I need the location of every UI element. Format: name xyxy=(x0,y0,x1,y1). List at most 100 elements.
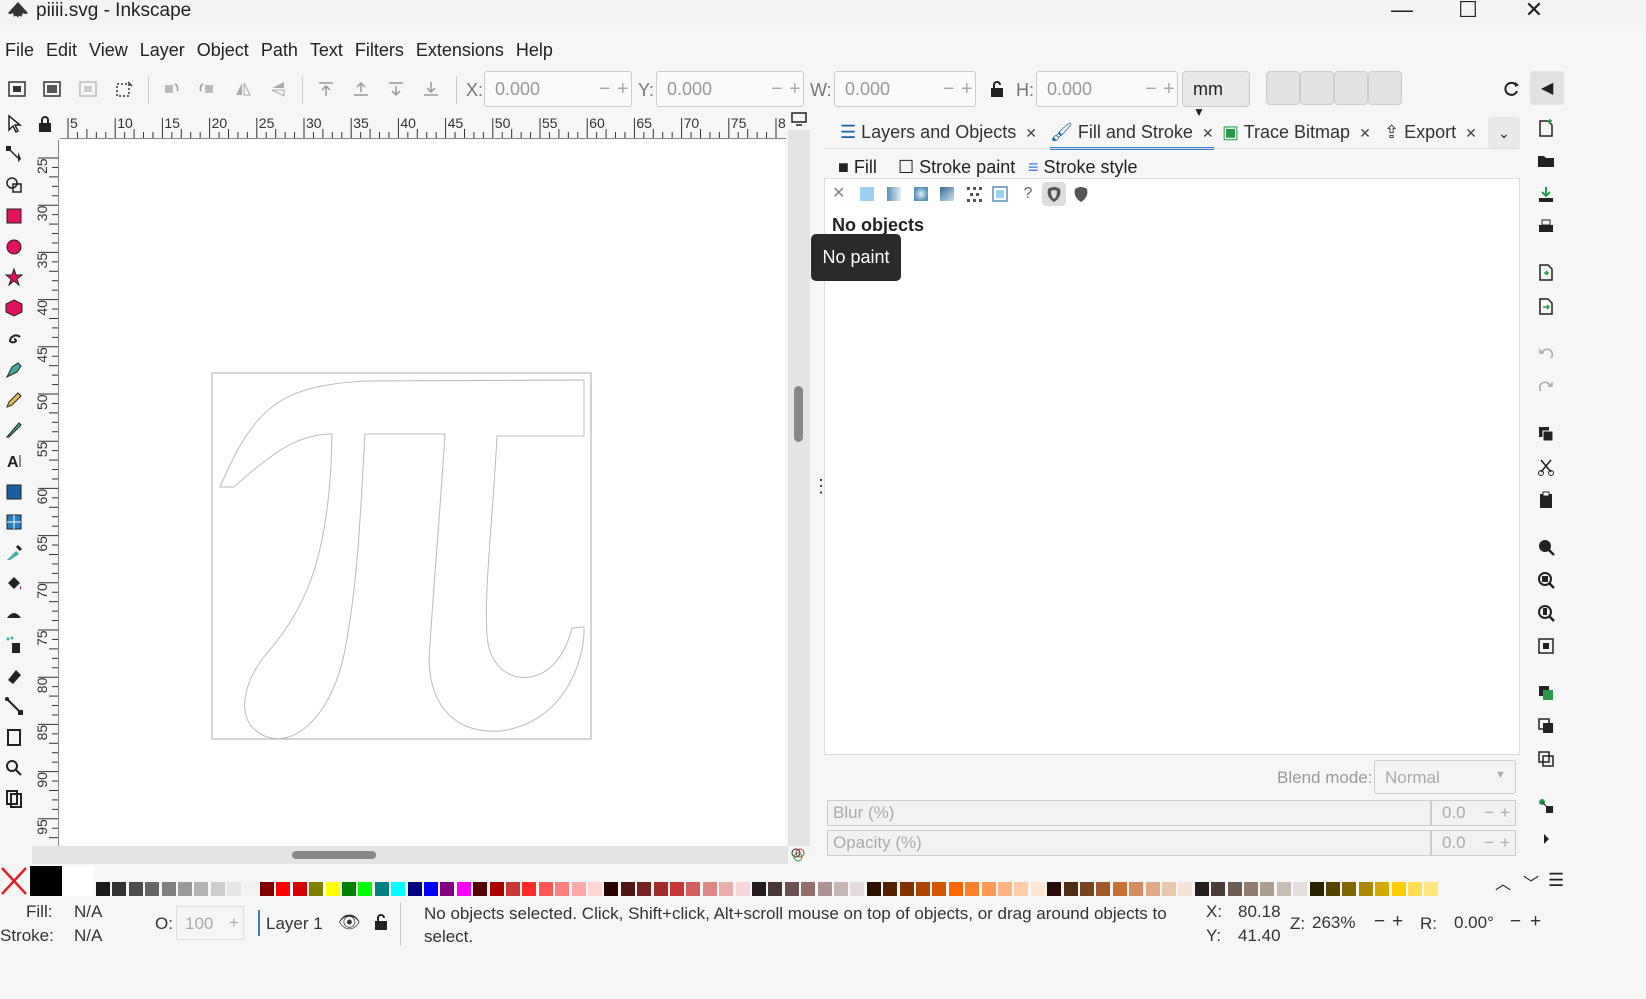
palette-swatch[interactable] xyxy=(1342,882,1357,896)
star-tool-icon[interactable] xyxy=(4,267,24,287)
touch-select-icon[interactable] xyxy=(114,79,134,99)
new-document-icon[interactable] xyxy=(1536,118,1556,138)
palette-swatch[interactable] xyxy=(1063,882,1078,896)
rotate-cw-icon[interactable] xyxy=(197,79,217,99)
palette-swatch[interactable] xyxy=(538,882,553,896)
deselect-icon[interactable] xyxy=(78,79,98,99)
palette-swatch[interactable] xyxy=(276,882,291,896)
rotate-ccw-button[interactable]: − xyxy=(1510,911,1521,933)
palette-swatch[interactable] xyxy=(161,882,176,896)
x-increment[interactable]: + xyxy=(617,78,629,101)
palette-swatch[interactable] xyxy=(768,882,783,896)
flip-vertical-icon[interactable] xyxy=(268,79,288,99)
palette-swatch[interactable] xyxy=(1227,882,1242,896)
calligraphy-tool-icon[interactable] xyxy=(4,420,24,440)
mesh-gradient-icon[interactable] xyxy=(938,185,956,203)
palette-swatch[interactable] xyxy=(227,882,242,896)
palette-swatch[interactable] xyxy=(899,882,914,896)
h-decrement[interactable]: − xyxy=(1145,78,1157,101)
import-icon[interactable] xyxy=(1536,262,1556,282)
zoom-tool-icon[interactable] xyxy=(4,758,24,778)
menu-layer[interactable]: Layer xyxy=(134,34,191,66)
palette-swatch[interactable] xyxy=(1211,882,1226,896)
raise-to-top-icon[interactable] xyxy=(316,79,336,99)
palette-swatch[interactable] xyxy=(883,882,898,896)
close-icon[interactable]: ✕ xyxy=(1359,125,1371,141)
cut-icon[interactable] xyxy=(1536,457,1556,477)
palette-swatch[interactable] xyxy=(981,882,996,896)
palette-swatch[interactable] xyxy=(571,882,586,896)
palette-swatch[interactable] xyxy=(489,882,504,896)
clone-icon[interactable] xyxy=(1536,716,1556,736)
save-icon[interactable] xyxy=(1536,184,1556,204)
select-all-icon[interactable] xyxy=(7,79,27,99)
scale-stroke-toggle[interactable] xyxy=(1266,71,1300,105)
maximize-button[interactable]: ☐ xyxy=(1438,0,1498,24)
palette-swatch[interactable] xyxy=(1408,882,1422,896)
blend-mode-select[interactable]: Normal ▼ xyxy=(1374,760,1516,794)
palette-swatch[interactable] xyxy=(260,882,274,896)
palette-swatch[interactable] xyxy=(1293,882,1308,896)
x-field[interactable]: 0.000 − + xyxy=(484,71,632,107)
palette-swatch[interactable] xyxy=(604,882,619,896)
palette-swatch[interactable] xyxy=(128,882,143,896)
palette-swatch[interactable] xyxy=(1145,882,1160,896)
palette-menu-icon[interactable]: ☰ xyxy=(1548,870,1564,891)
opacity-field[interactable]: 0.0 − + xyxy=(1431,830,1516,856)
menu-help[interactable]: Help xyxy=(510,34,559,66)
black-swatch[interactable] xyxy=(30,866,62,896)
palette-swatch[interactable] xyxy=(374,882,389,896)
palette-swatch[interactable] xyxy=(1375,882,1390,896)
rectangle-tool-icon[interactable] xyxy=(4,206,24,226)
palette-swatch[interactable] xyxy=(555,882,570,896)
shape-builder-tool-icon[interactable] xyxy=(4,175,24,195)
palette-swatch[interactable] xyxy=(916,882,930,896)
palette-swatch[interactable] xyxy=(456,882,471,896)
menu-path[interactable]: Path xyxy=(255,34,304,66)
menu-filters[interactable]: Filters xyxy=(349,34,410,66)
no-color-swatch[interactable] xyxy=(0,866,28,896)
w-field[interactable]: 0.000 − + xyxy=(834,71,976,107)
snap-popover-button[interactable]: ◀ xyxy=(1530,71,1564,105)
tab-layers-and-objects[interactable]: ☰ Layers and Objects ✕ xyxy=(840,117,1037,147)
menu-extensions[interactable]: Extensions xyxy=(410,34,510,66)
close-icon[interactable]: ✕ xyxy=(1025,125,1037,141)
palette-swatch[interactable] xyxy=(1309,882,1324,896)
lower-to-bottom-icon[interactable] xyxy=(421,79,441,99)
tabs-overflow-button[interactable]: ⌄ xyxy=(1488,117,1520,149)
palette-swatch[interactable] xyxy=(424,882,438,896)
unit-select[interactable]: mm ▼ xyxy=(1182,71,1250,119)
palette-swatch[interactable] xyxy=(522,882,537,896)
measure-tool-icon[interactable] xyxy=(4,788,24,808)
w-decrement[interactable]: − xyxy=(943,78,955,101)
pages-tool-icon[interactable] xyxy=(4,727,24,747)
x-decrement[interactable]: − xyxy=(599,78,611,101)
color-management-icon[interactable] xyxy=(790,847,808,865)
palette-swatch[interactable] xyxy=(1014,882,1029,896)
palette-swatch[interactable] xyxy=(998,882,1012,896)
minimize-button[interactable]: — xyxy=(1372,0,1432,24)
palette-swatch[interactable] xyxy=(178,882,192,896)
palette-swatch[interactable] xyxy=(620,882,635,896)
menu-object[interactable]: Object xyxy=(191,34,255,66)
selector-tool-icon[interactable] xyxy=(4,114,24,134)
vertical-scroll-thumb[interactable] xyxy=(794,386,803,442)
palette-swatch[interactable] xyxy=(784,882,799,896)
palette-swatch[interactable] xyxy=(194,882,209,896)
palette-swatch[interactable] xyxy=(1260,882,1275,896)
close-icon[interactable]: ✕ xyxy=(1202,125,1214,141)
palette-swatch[interactable] xyxy=(686,882,701,896)
tab-trace-bitmap[interactable]: ▣ Trace Bitmap ✕ xyxy=(1222,117,1371,147)
palette-scroll-up-icon[interactable]: ︿ xyxy=(1495,870,1511,894)
redo-icon[interactable] xyxy=(1536,377,1556,397)
palette-swatch[interactable] xyxy=(1162,882,1176,896)
palette-swatch[interactable] xyxy=(588,882,602,896)
w-increment[interactable]: + xyxy=(961,78,973,101)
palette-swatch[interactable] xyxy=(932,882,947,896)
opacity-spin[interactable]: 100 + xyxy=(176,906,244,940)
fill-value[interactable]: N/A xyxy=(74,902,102,922)
ellipse-tool-icon[interactable] xyxy=(4,237,24,257)
menu-view[interactable]: View xyxy=(83,34,134,66)
vertical-scrollbar[interactable] xyxy=(788,130,810,846)
zoom-in-button[interactable]: + xyxy=(1392,911,1403,933)
